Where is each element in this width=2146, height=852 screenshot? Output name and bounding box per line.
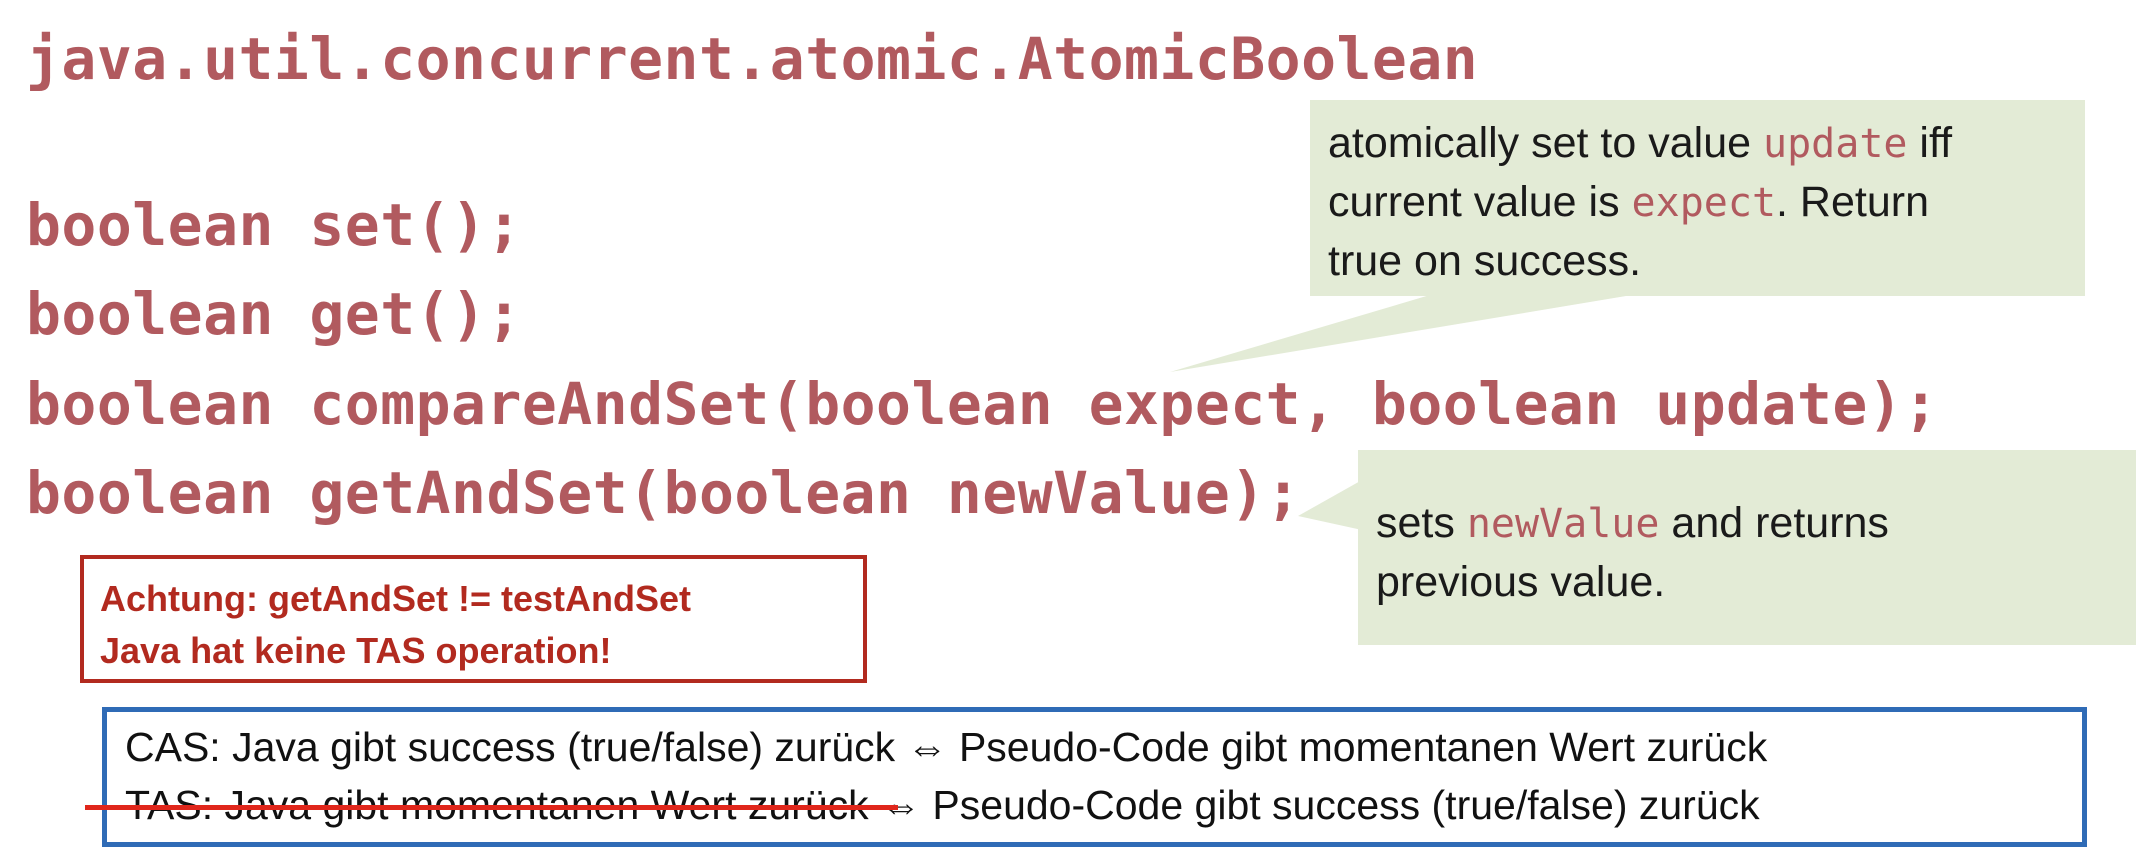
warning-line-1: Achtung: getAndSet != testAndSet	[100, 578, 691, 619]
callout-text: previous value.	[1376, 558, 1666, 606]
callout-text: iff	[1907, 119, 1953, 167]
class-name-heading: java.util.concurrent.atomic.AtomicBoolea…	[26, 25, 1479, 93]
callout-getandset-line-1: sets newValue and returns	[1376, 494, 2118, 553]
callout-getandset: sets newValue and returns previous value…	[1358, 450, 2136, 645]
callout-code-update: update	[1762, 121, 1908, 167]
callout-text: sets	[1376, 499, 1467, 547]
callout-code-expect: expect	[1631, 180, 1777, 226]
note-cas-line: CAS: Java gibt success (true/false) zurü…	[125, 724, 1768, 770]
method-signature-getandset: boolean getAndSet(boolean newValue);	[26, 459, 1302, 527]
callout-text: current value is	[1328, 178, 1632, 226]
callout-code-newvalue: newValue	[1466, 501, 1660, 547]
warning-box: Achtung: getAndSet != testAndSet Java ha…	[80, 555, 867, 683]
method-signature-compareandset: boolean compareAndSet(boolean expect, bo…	[26, 370, 1939, 438]
callout-text: and returns	[1659, 499, 1889, 547]
callout-compareandset-line-2: current value is expect. Return	[1328, 173, 2067, 232]
method-signature-get: boolean get();	[26, 280, 522, 348]
note-tas-struck-text: TAS: Java gibt momentanen Wert zurück	[85, 776, 899, 834]
cas-tas-note-box: CAS: Java gibt success (true/false) zurü…	[85, 707, 2087, 847]
callout-text: atomically set to value	[1328, 119, 1763, 167]
note-tas-rest: ⇔ Pseudo-Code gibt success (true/false) …	[880, 782, 1760, 828]
callout-compareandset: atomically set to value update iff curre…	[1310, 100, 2085, 296]
callout-getandset-line-2: previous value.	[1376, 553, 2118, 611]
warning-line-2: Java hat keine TAS operation!	[100, 630, 612, 671]
callout-text: true on success.	[1328, 237, 1642, 285]
callout-getandset-tail	[1298, 480, 1362, 530]
callout-cas-tail	[1170, 292, 1650, 372]
note-tas-line: TAS: Java gibt momentanen Wert zurück ⇔ …	[85, 776, 2082, 834]
strikethrough-line	[85, 805, 899, 810]
callout-text: . Return	[1776, 178, 1929, 226]
method-signature-set: boolean set();	[26, 191, 522, 259]
callout-compareandset-line-1: atomically set to value update iff	[1328, 114, 2067, 173]
callout-compareandset-line-3: true on success.	[1328, 232, 2067, 290]
